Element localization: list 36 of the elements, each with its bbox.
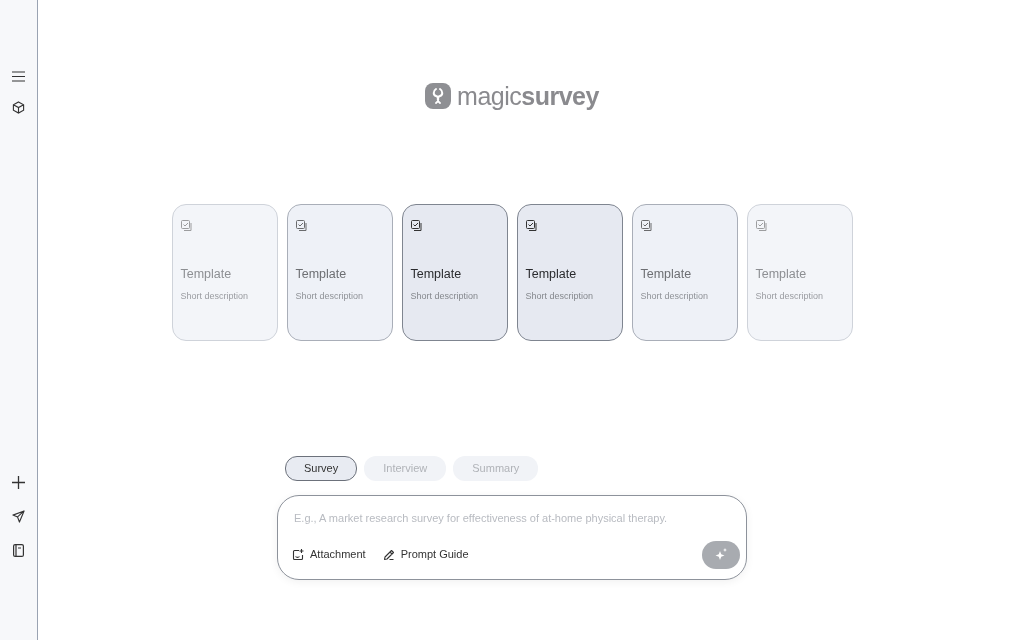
template-card[interactable]: Template Short description (286, 204, 393, 341)
prompt-guide-button[interactable]: Prompt Guide (382, 546, 469, 563)
template-description: Short description (410, 289, 480, 303)
book-icon (13, 543, 24, 557)
template-card[interactable]: Template Short description (401, 204, 508, 341)
prompt-field[interactable]: E.g., A market research survey for effectiveness of at-home physical therapy. Attachment Prompt Guide (277, 494, 747, 580)
checklist-icon (525, 220, 537, 232)
logo-text: magicsurvey (457, 83, 599, 109)
plus-icon (12, 475, 25, 489)
checklist-icon (180, 220, 192, 232)
template-description: Short description (295, 289, 365, 303)
template-description: Short description (640, 289, 710, 303)
template-title: Template (755, 266, 808, 283)
checklist-icon (410, 220, 422, 232)
logo-icon (425, 83, 452, 109)
template-title: Template (295, 266, 348, 283)
menu-icon (12, 70, 25, 82)
template-card[interactable]: Template Short description (516, 204, 623, 341)
template-title: Template (640, 266, 693, 283)
pencil-icon (382, 548, 395, 561)
template-card[interactable]: Template Short description (631, 204, 738, 341)
cube-icon (12, 100, 25, 114)
attachment-button[interactable]: Attachment (292, 546, 366, 563)
template-title: Template (410, 266, 463, 283)
image-plus-icon (292, 548, 304, 561)
template-title: Template (180, 266, 233, 283)
checklist-icon (295, 220, 307, 232)
template-title: Template (525, 266, 578, 283)
template-description: Short description (755, 289, 825, 303)
sparkle-icon (714, 547, 728, 562)
checklist-icon (640, 220, 652, 232)
paper-plane-icon (12, 509, 25, 523)
checklist-icon (755, 220, 767, 232)
mode-tab[interactable]: Survey (285, 456, 358, 481)
template-description: Short description (180, 289, 250, 303)
template-description: Short description (525, 289, 595, 303)
